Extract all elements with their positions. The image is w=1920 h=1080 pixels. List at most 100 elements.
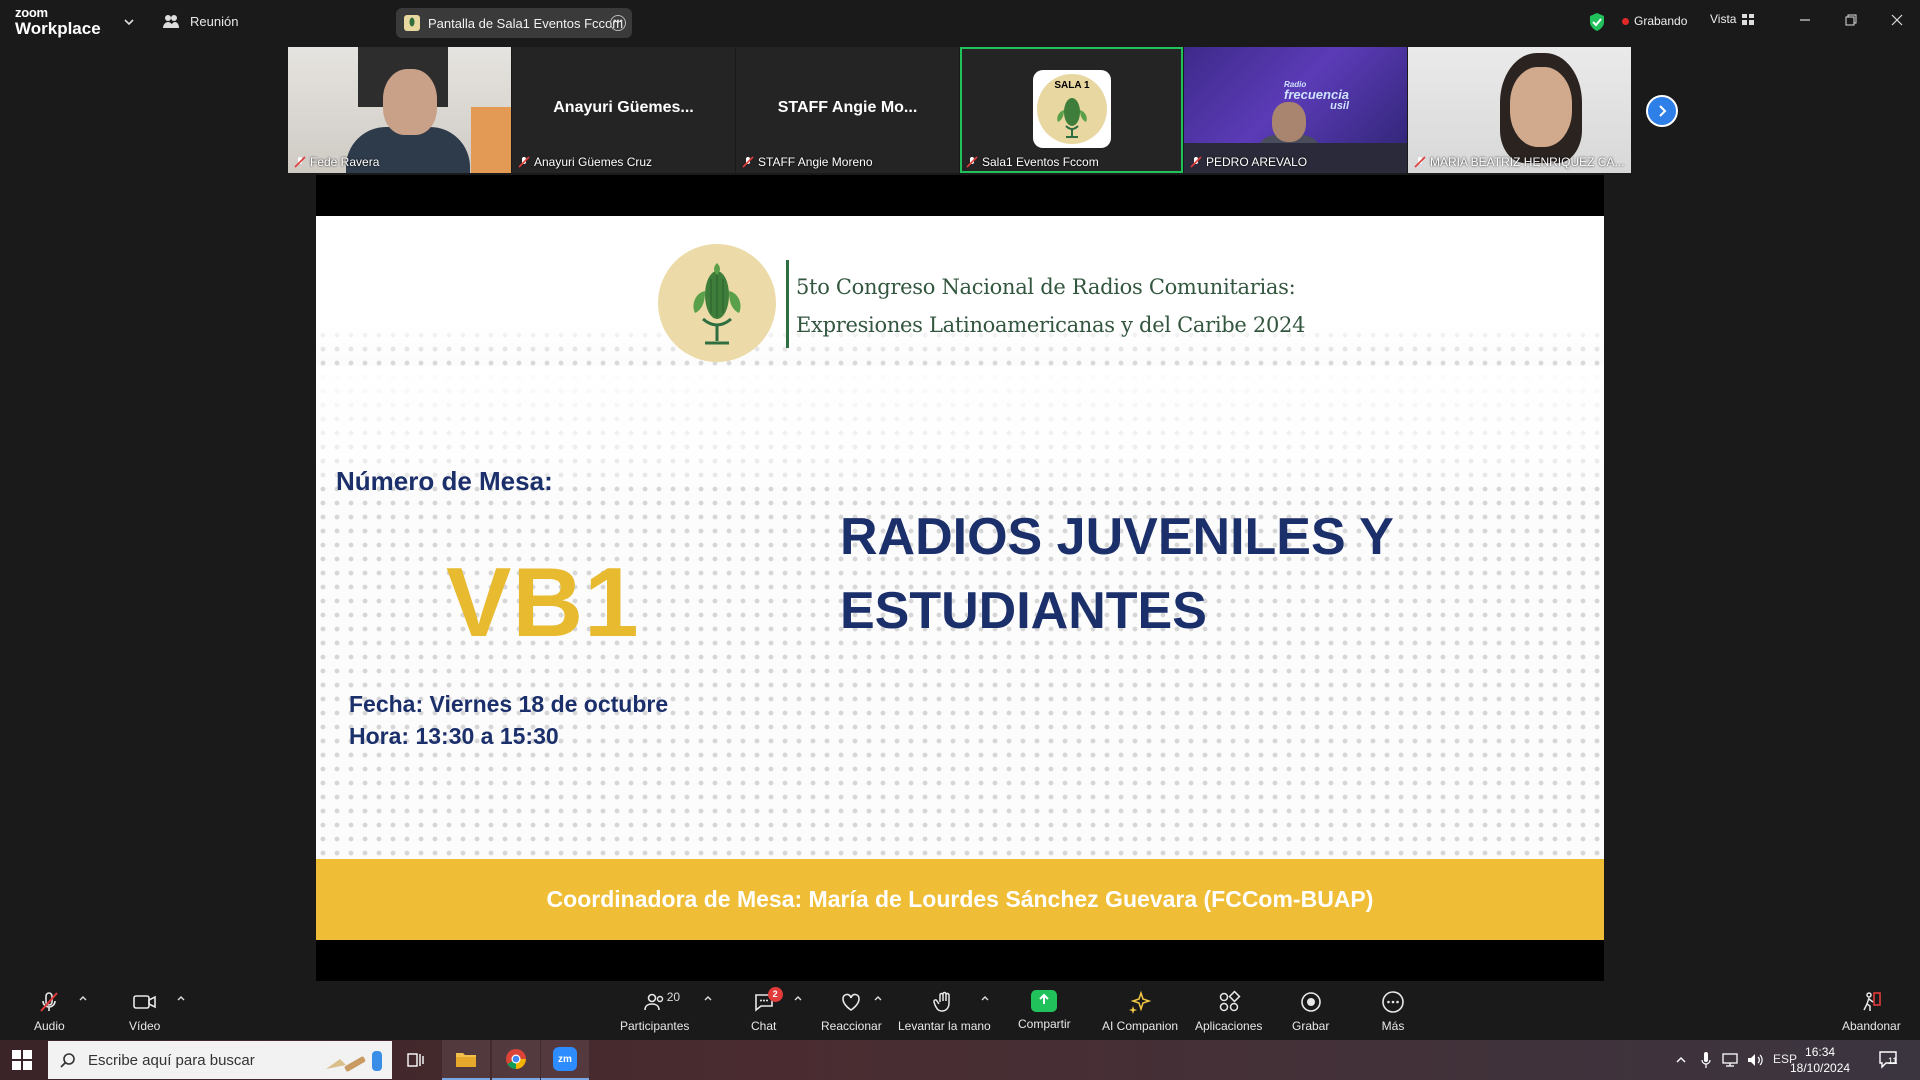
security-shield-icon[interactable] — [1588, 12, 1606, 32]
more-dots-icon — [1382, 991, 1404, 1013]
congress-title: 5to Congreso Nacional de Radios Comunita… — [796, 268, 1305, 344]
meeting-info-button[interactable]: Reunión — [162, 13, 238, 29]
audio-button[interactable]: Audio — [34, 990, 65, 1033]
search-highlight-illustration-icon — [326, 1051, 382, 1072]
congress-title-line-2: Expresiones Latinoamericanas y del Carib… — [796, 313, 1306, 337]
apps-button[interactable]: Aplicaciones — [1195, 990, 1262, 1033]
mic-muted-icon — [1190, 156, 1202, 168]
chrome-icon — [506, 1049, 526, 1069]
participant-avatar: SALA 1 — [1033, 70, 1111, 148]
participants-icon — [643, 993, 663, 1011]
recording-indicator[interactable]: Grabando — [1622, 14, 1687, 28]
close-button[interactable] — [1874, 0, 1920, 40]
share-arrow-icon — [1031, 990, 1058, 1012]
shared-slide: 5to Congreso Nacional de Radios Comunita… — [316, 216, 1604, 940]
search-icon — [60, 1053, 75, 1068]
more-button[interactable]: Más — [1381, 990, 1405, 1033]
taskbar-search-box[interactable]: Escribe aquí para buscar — [48, 1041, 392, 1079]
windows-taskbar: Escribe aquí para buscar zm ESP 16:34 18… — [0, 1040, 1920, 1080]
chat-unread-badge: 2 — [767, 987, 783, 1002]
search-placeholder: Escribe aquí para buscar — [88, 1051, 255, 1069]
participant-tile-active-speaker[interactable]: SALA 1 Sala1 Eventos Fccom — [960, 47, 1183, 173]
leave-button[interactable]: Abandonar — [1842, 990, 1901, 1033]
participant-tile[interactable]: MARIA BEATRIZ HENRIQUEZ CA... — [1408, 47, 1631, 173]
sparkle-icon — [1129, 990, 1152, 1014]
raise-hand-options-caret-icon[interactable] — [980, 994, 990, 1002]
system-clock[interactable]: 16:34 18/10/2024 — [1790, 1044, 1850, 1076]
mic-muted-icon — [742, 156, 754, 168]
meeting-people-icon — [163, 15, 179, 28]
corn-microphone-icon — [693, 263, 741, 345]
participant-name: PEDRO AREVALO — [1190, 155, 1307, 169]
file-explorer-button[interactable] — [442, 1040, 490, 1080]
participant-name: MARIA BEATRIZ HENRIQUEZ CA... — [1414, 155, 1624, 169]
zoom-app-icon: zm — [553, 1047, 577, 1071]
more-options-icon[interactable]: ••• — [610, 15, 626, 31]
hand-icon — [933, 991, 951, 1012]
restore-button[interactable] — [1828, 0, 1874, 40]
network-icon[interactable] — [1721, 1052, 1739, 1068]
mesa-time: Hora: 13:30 a 15:30 — [349, 723, 559, 749]
logo-line-1: zoom — [15, 5, 48, 20]
view-label: Vista — [1710, 12, 1737, 26]
video-options-caret-icon[interactable] — [176, 994, 186, 1002]
react-options-caret-icon[interactable] — [873, 994, 883, 1002]
chat-button[interactable]: 2 Chat — [751, 987, 783, 1033]
mesa-number-label: Número de Mesa: — [336, 466, 553, 496]
share-screen-button[interactable]: Compartir — [1018, 990, 1071, 1031]
notification-center-button[interactable]: 11 — [1878, 1050, 1900, 1070]
mic-muted-icon — [294, 156, 306, 168]
recording-label: Grabando — [1634, 14, 1688, 28]
participants-count: 20 — [666, 990, 681, 1004]
tray-expand-icon[interactable] — [1675, 1055, 1687, 1065]
mesa-title: RADIOS JUVENILES Y ESTUDIANTES — [840, 508, 1393, 640]
participant-tile[interactable]: Radio frecuencia usil PEDRO AREVALO — [1184, 47, 1407, 173]
next-participants-button[interactable] — [1646, 95, 1678, 127]
participant-display-name: Anayuri Güemes... — [553, 99, 694, 116]
participant-tile[interactable]: Fede Ravera — [288, 47, 511, 173]
logo-line-2: Workplace — [15, 19, 101, 38]
clock-time: 16:34 — [1805, 1045, 1836, 1059]
mic-muted-icon — [966, 156, 978, 168]
apps-icon — [1219, 990, 1241, 1012]
share-avatar-icon — [404, 15, 420, 31]
zoom-taskbar-button[interactable]: zm — [541, 1040, 589, 1080]
task-view-button[interactable] — [392, 1040, 440, 1080]
mic-muted-icon — [518, 156, 530, 168]
share-pill-label: Pantalla de Sala1 Eventos Fccom — [428, 15, 624, 31]
leave-exit-icon — [1863, 992, 1882, 1011]
chevron-right-icon — [1659, 105, 1667, 117]
coordinator-text: Coordinadora de Mesa: María de Lourdes S… — [546, 886, 1374, 912]
grid-view-icon — [1742, 13, 1755, 25]
meeting-toolbar: Audio Vídeo 20 Participantes 2 Chat Reac… — [0, 982, 1920, 1040]
raise-hand-button[interactable]: Levantar la mano — [898, 990, 991, 1033]
tray-mic-icon[interactable] — [1700, 1051, 1712, 1069]
chat-options-caret-icon[interactable] — [793, 994, 803, 1002]
participants-button[interactable]: 20 Participantes — [620, 990, 689, 1033]
chevron-down-icon[interactable] — [122, 15, 136, 29]
clock-date: 18/10/2024 — [1790, 1061, 1851, 1075]
view-button[interactable]: Vista — [1710, 12, 1755, 26]
zoom-logo: zoom Workplace — [15, 6, 101, 37]
close-icon — [1891, 14, 1903, 26]
screen-share-pill[interactable]: Pantalla de Sala1 Eventos Fccom ••• — [396, 8, 632, 38]
participant-name: Fede Ravera — [294, 155, 379, 169]
video-camera-icon — [132, 995, 156, 1009]
title-bar: zoom Workplace Reunión Pantalla de Sala1… — [0, 0, 1920, 44]
mic-muted-icon — [1414, 156, 1426, 168]
notification-count: 11 — [1888, 1056, 1898, 1066]
meeting-label: Reunión — [190, 13, 239, 29]
record-button[interactable]: Grabar — [1292, 990, 1329, 1033]
participant-tile[interactable]: Anayuri Güemes... Anayuri Güemes Cruz — [512, 47, 735, 173]
heart-icon — [842, 993, 861, 1011]
recording-dot-icon — [1622, 17, 1629, 25]
audio-options-caret-icon[interactable] — [78, 994, 88, 1002]
windows-start-icon[interactable] — [12, 1050, 32, 1070]
volume-icon[interactable] — [1746, 1052, 1764, 1068]
ai-companion-button[interactable]: AI Companion — [1102, 990, 1178, 1033]
chrome-button[interactable] — [492, 1040, 540, 1080]
participants-options-caret-icon[interactable] — [703, 994, 713, 1002]
participant-tile[interactable]: STAFF Angie Mo... STAFF Angie Moreno — [736, 47, 959, 173]
minimize-button[interactable] — [1782, 0, 1828, 40]
video-button[interactable]: Vídeo — [129, 990, 160, 1033]
